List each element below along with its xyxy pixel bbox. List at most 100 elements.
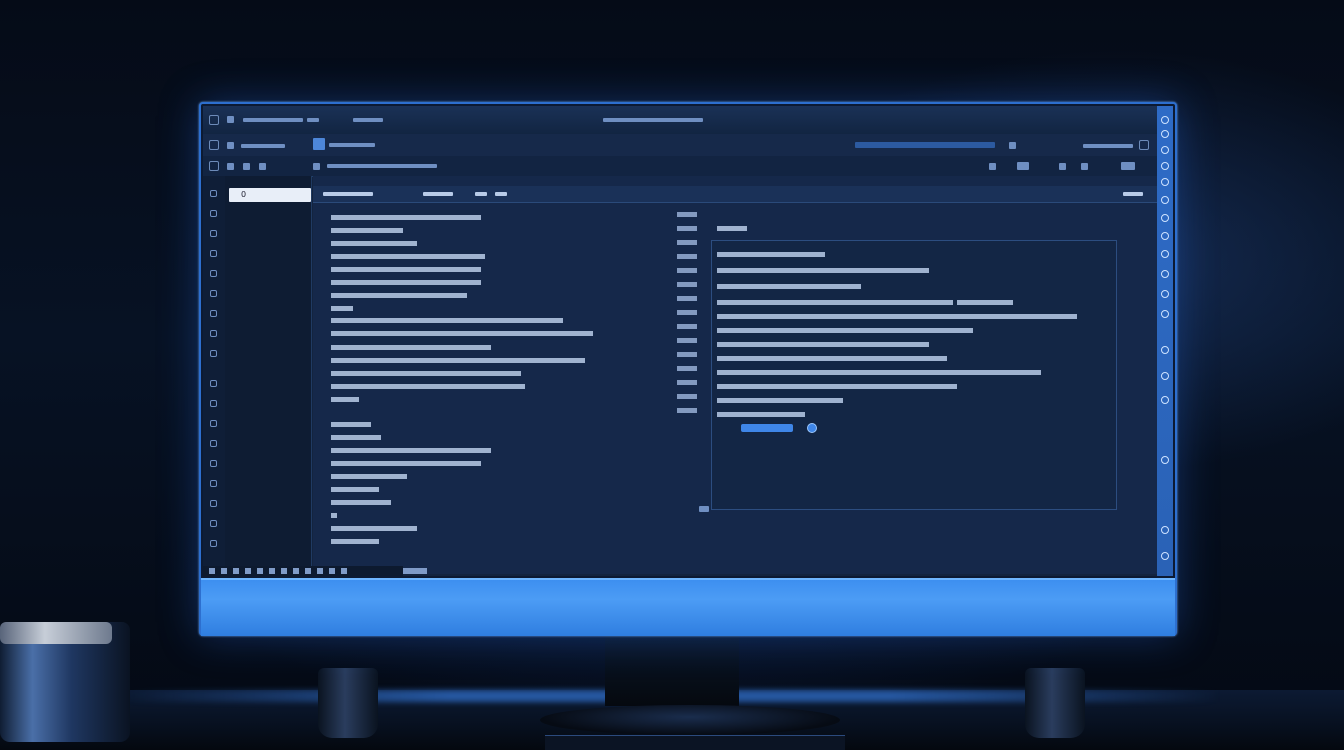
panel-icon[interactable] [1161, 526, 1169, 534]
panel-icon[interactable] [1161, 250, 1169, 258]
monitor: 0 [199, 102, 1177, 636]
gear-icon[interactable] [1161, 116, 1169, 124]
code-line [331, 524, 421, 534]
tool-icon[interactable] [1121, 162, 1135, 170]
keyboard [545, 735, 845, 750]
extensions-icon[interactable] [210, 270, 217, 277]
editor-tab-bar [313, 186, 1157, 203]
monitor-screen: 0 [203, 106, 1173, 576]
panel-icon[interactable] [210, 310, 217, 317]
panel-icon[interactable] [1161, 178, 1169, 186]
panel-icon[interactable] [1161, 396, 1169, 404]
active-tool-icon[interactable] [313, 138, 325, 150]
panel-icon[interactable] [210, 500, 217, 507]
toolbar-search-field[interactable] [855, 142, 995, 148]
menu-bar-text [243, 118, 303, 122]
panel-icon[interactable] [210, 420, 217, 427]
tool-icon[interactable] [227, 163, 234, 170]
panel-icon[interactable] [1161, 346, 1169, 354]
file-icon[interactable] [209, 140, 219, 150]
code-line [331, 382, 529, 392]
menu-item[interactable] [307, 118, 319, 122]
code-line [331, 356, 589, 366]
tool-icon[interactable] [227, 142, 234, 149]
panel-line [717, 368, 1045, 378]
secondary-toolbar [203, 156, 1173, 177]
panel-icon[interactable] [210, 440, 217, 447]
tool-icon[interactable] [1081, 163, 1088, 170]
code-line [331, 291, 471, 301]
editor-tab[interactable] [323, 192, 373, 196]
cursor-indicator-icon [807, 423, 817, 433]
left-speaker [318, 668, 378, 738]
explorer-icon[interactable] [210, 190, 217, 197]
debug-icon[interactable] [210, 250, 217, 257]
tool-icon[interactable] [313, 163, 320, 170]
window-titlebar [203, 106, 1173, 135]
toolbar-label [329, 143, 375, 147]
toolbar-label [327, 164, 437, 168]
code-line [331, 459, 485, 469]
photo-scene: 0 [0, 0, 1344, 750]
panel-icon[interactable] [1161, 372, 1169, 380]
code-line [331, 343, 495, 353]
panel-icon[interactable] [210, 380, 217, 387]
toolbar-label [241, 144, 285, 148]
menu-icon[interactable] [227, 116, 234, 123]
panel-icon[interactable] [1161, 456, 1169, 464]
fold-icon[interactable] [699, 506, 709, 512]
tool-icon[interactable] [259, 163, 266, 170]
code-line [331, 278, 485, 288]
panel-line [717, 224, 751, 234]
panel-icon[interactable] [1161, 552, 1169, 560]
editor-tab[interactable] [495, 192, 507, 196]
source-control-icon[interactable] [210, 230, 217, 237]
sidebar-filter-input[interactable]: 0 [229, 188, 311, 202]
panel-icon[interactable] [1161, 162, 1169, 170]
editor-tab-action[interactable] [1123, 192, 1143, 196]
tool-icon[interactable] [1059, 163, 1066, 170]
panel-icon[interactable] [1161, 196, 1169, 204]
monitor-stand-neck [605, 636, 739, 706]
panel-icon[interactable] [1161, 232, 1169, 240]
panel-icon[interactable] [1161, 146, 1169, 154]
panel-icon[interactable] [1161, 270, 1169, 278]
sidebar: 0 [225, 176, 312, 571]
panel-line [717, 326, 977, 336]
panel-line [717, 354, 951, 364]
settings-icon[interactable] [1009, 142, 1016, 149]
tool-icon[interactable] [243, 163, 250, 170]
panel-icon[interactable] [210, 350, 217, 357]
panel-line [717, 382, 961, 392]
status-bar [203, 566, 427, 576]
panel-line [717, 298, 1017, 308]
editor-tab[interactable] [423, 192, 453, 196]
line-numbers [677, 212, 705, 413]
right-speaker [1025, 668, 1085, 738]
close-icon[interactable] [1139, 140, 1149, 150]
menu-item[interactable] [353, 118, 383, 122]
panel-icon[interactable] [210, 480, 217, 487]
code-line [331, 369, 525, 379]
editor-tab[interactable] [475, 192, 487, 196]
panel-icon[interactable] [1161, 214, 1169, 222]
code-line [331, 226, 407, 236]
panel-icon[interactable] [210, 460, 217, 467]
panel-icon[interactable] [1161, 290, 1169, 298]
panel-icon[interactable] [1161, 310, 1169, 318]
panel-line [717, 282, 865, 292]
panel-icon[interactable] [210, 520, 217, 527]
layout-icon[interactable] [209, 161, 219, 171]
panel-line [717, 340, 933, 350]
tool-icon[interactable] [1017, 162, 1029, 170]
code-line [331, 329, 597, 339]
highlighted-link[interactable] [741, 424, 793, 432]
search-icon[interactable] [210, 210, 217, 217]
account-icon[interactable] [210, 540, 217, 547]
tool-icon[interactable] [989, 163, 996, 170]
panel-icon[interactable] [210, 400, 217, 407]
panel-icon[interactable] [1161, 130, 1169, 138]
code-line [331, 316, 567, 326]
panel-icon[interactable] [210, 330, 217, 337]
panel-icon[interactable] [210, 290, 217, 297]
